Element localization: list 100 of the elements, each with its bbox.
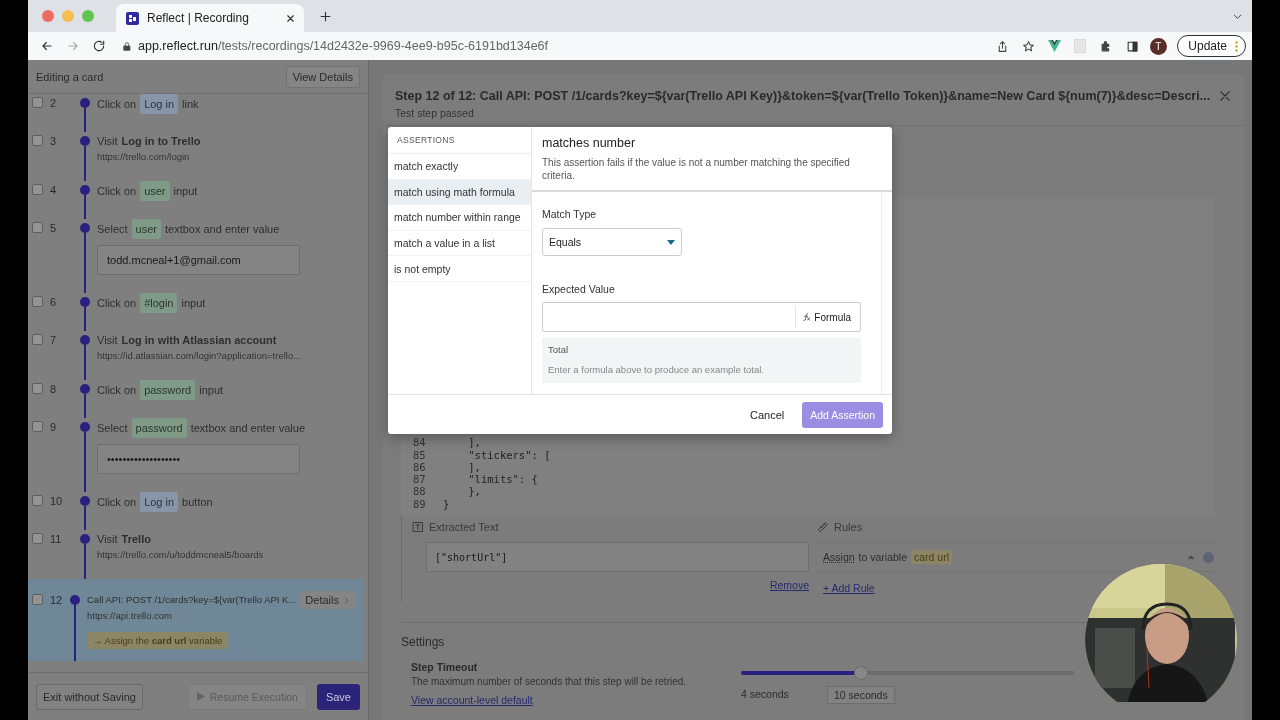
element-tag: Log in: [140, 492, 179, 512]
dialog-title: matches number: [542, 136, 637, 150]
step-checkbox[interactable]: [32, 533, 43, 544]
step-action: Visit: [97, 532, 118, 547]
element-tag: password: [140, 380, 196, 400]
play-icon: [196, 692, 205, 701]
assertion-item[interactable]: match a value in a list: [388, 230, 531, 257]
rule-text: to variable: [858, 551, 907, 563]
extension-icon[interactable]: [1047, 40, 1061, 52]
assertion-item[interactable]: match exactly: [388, 154, 531, 180]
browser-tab[interactable]: Reflect | Recording: [116, 4, 304, 32]
step-number: 4: [49, 183, 58, 198]
code-line: }: [443, 497, 450, 510]
selected-step[interactable]: 12 Call API: POST /1/cards?key=${var(Trello API K... Details https://api.trello.com → Assign the card url variable: [28, 579, 364, 661]
step-title: Call API: POST /1/cards?key=${var(Trello API K...: [87, 593, 297, 607]
step-checkbox[interactable]: [32, 296, 43, 307]
extracted-text-field[interactable]: ["shortUrl"]: [426, 542, 810, 572]
save-button[interactable]: Save: [316, 683, 360, 710]
slider-thumb[interactable]: [853, 666, 868, 680]
line-number: 85: [413, 448, 427, 461]
step-url: https://trello.com/u/toddmcneal5/boards: [97, 548, 265, 561]
address-bar[interactable]: app.reflect.run/tests/recordings/14d2432e-9969-4ee9-b95c-6191bd134e6f: [114, 34, 988, 58]
step-checkbox[interactable]: [32, 594, 43, 605]
assertion-item[interactable]: match using math formula: [388, 179, 531, 206]
section-title: Settings: [401, 635, 446, 649]
details-button[interactable]: Details: [300, 591, 356, 609]
code-line: ],: [467, 460, 481, 474]
step-number: 7: [49, 333, 58, 348]
step-number: 8: [49, 382, 58, 397]
chevron-right-icon: [342, 595, 351, 605]
value-field[interactable]: todd.mcneal+1@gmail.com: [97, 245, 300, 275]
zoom-window-button[interactable]: [82, 10, 94, 22]
step-action: textbox and enter value: [165, 222, 280, 237]
section-label: Extracted Text: [429, 521, 499, 533]
total-hint: Enter a formula above to produce an example total.: [548, 364, 765, 375]
forward-icon[interactable]: [66, 39, 80, 53]
step-action: input: [181, 296, 206, 311]
reload-icon[interactable]: [92, 39, 106, 53]
step-checkbox[interactable]: [32, 495, 43, 506]
variable-note: → Assign the card url variable: [87, 632, 229, 649]
step-checkbox[interactable]: [32, 135, 43, 146]
close-window-button[interactable]: [42, 10, 54, 22]
step-action: input: [199, 383, 224, 398]
step-title: Step 12 of 12: Call API: POST /1/cards?key=${var(Trello API Key)}&token=${var(Trello Token)}&name=New Card ${num(7)}&desc=Descri...: [395, 89, 1211, 103]
step-url: https://api.trello.com: [87, 609, 173, 622]
step-checkbox[interactable]: [32, 334, 43, 345]
exit-button[interactable]: Exit without Saving: [36, 683, 143, 710]
field-label: Match Type: [542, 208, 598, 220]
line-number: 84: [413, 436, 427, 449]
tab-title: Reflect | Recording: [147, 11, 250, 25]
step-action: Click on: [97, 296, 137, 311]
view-details-button[interactable]: View Details: [285, 65, 360, 88]
step-checkbox[interactable]: [32, 383, 43, 394]
back-icon[interactable]: [40, 39, 54, 53]
lock-icon: [122, 40, 132, 52]
value-field[interactable]: •••••••••••••••••••: [97, 444, 300, 474]
dialog-description: This assertion fails if the value is not a number matching the specified criteria.: [542, 157, 851, 182]
step-status: Test step passed: [395, 107, 475, 119]
step-checkbox[interactable]: [32, 222, 43, 233]
step-number: 2: [49, 96, 58, 111]
expected-value-field[interactable]: Formula: [542, 302, 861, 332]
step-action: input: [173, 184, 198, 199]
more-icon[interactable]: [1235, 41, 1238, 52]
element-tag: password: [131, 418, 187, 438]
step-action: button: [182, 495, 213, 510]
app-logo-icon: [126, 11, 139, 25]
step-action: Select: [97, 421, 128, 436]
element-tag: #login: [140, 293, 178, 313]
element-tag: user: [140, 181, 170, 201]
assertion-item[interactable]: is not empty: [388, 256, 531, 282]
side-panel-icon[interactable]: [1125, 39, 1139, 53]
step-action: Visit: [97, 333, 118, 348]
url-path: /tests/recordings/14d2432e-9969-4ee9-b95c-6191bd134e6f: [217, 39, 549, 53]
step-checkbox[interactable]: [32, 97, 43, 108]
step-number: 12: [49, 593, 64, 608]
step-number: 6: [49, 295, 58, 310]
close-icon[interactable]: [285, 12, 296, 24]
update-button[interactable]: Update: [1177, 35, 1246, 57]
step-url: https://trello.com/login: [97, 150, 191, 163]
profile-avatar[interactable]: T: [1149, 37, 1167, 55]
step-action: textbox and enter value: [190, 421, 305, 436]
panel-title: Editing a card: [36, 70, 104, 83]
star-icon[interactable]: [1021, 39, 1035, 53]
minimize-window-button[interactable]: [62, 10, 74, 22]
assertion-item[interactable]: match number within range: [388, 205, 531, 231]
line-number: 87: [413, 473, 427, 486]
section-label: Rules: [834, 521, 863, 533]
match-type-select[interactable]: Equals: [542, 228, 682, 256]
step-action: link: [182, 97, 199, 112]
caret-down-icon: [667, 239, 675, 245]
variable-tag: card url: [911, 550, 953, 564]
step-action: Click on: [97, 97, 137, 112]
field-label: Expected Value: [542, 283, 616, 295]
step-checkbox[interactable]: [32, 421, 43, 432]
new-tab-icon[interactable]: [318, 9, 332, 23]
min-label: 4 seconds: [741, 688, 789, 702]
step-checkbox[interactable]: [32, 184, 43, 195]
step-action: Click on: [97, 495, 137, 510]
step-action: Select: [97, 222, 128, 237]
url-host: app.reflect.run: [138, 39, 218, 53]
